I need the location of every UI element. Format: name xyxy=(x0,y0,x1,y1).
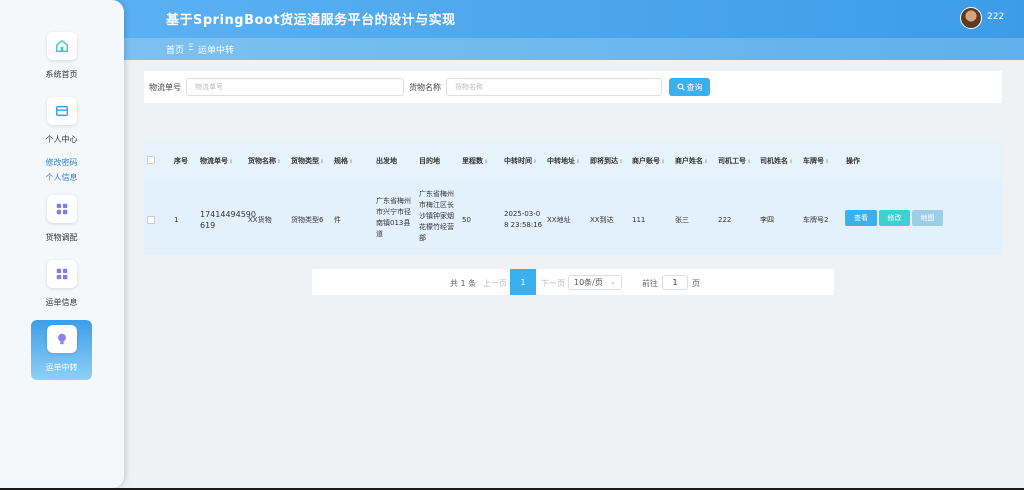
sidebar-item-label: 系统首页 xyxy=(45,70,78,79)
goto-page-input[interactable]: 1 xyxy=(662,275,688,290)
cell-transfer-address: XX地址 xyxy=(547,216,571,224)
search-panel: 物流单号 货物名称 查询 xyxy=(144,71,1002,103)
select-all-checkbox[interactable] xyxy=(147,156,155,164)
cell-transfer-time: 2025-03-0 8 23:58:16 xyxy=(504,210,543,229)
cell-merchant-account: 111 xyxy=(632,216,646,224)
cell-plate-no: 车牌号2 xyxy=(803,216,829,224)
cell-goods-type: 货物类型6 xyxy=(291,216,324,224)
user-avatar[interactable] xyxy=(960,7,982,29)
cell-destination: 广东省梅州 市梅江区长 沙镇钟家烟 花檬竹经营 部 xyxy=(419,190,454,242)
cell-origin: 广东省梅州 市兴宁市径 南镇013县道 xyxy=(376,197,411,238)
col-index: 序号 xyxy=(174,157,188,165)
col-mileage[interactable]: 里程数⇕ xyxy=(462,156,488,166)
col-merchant-account[interactable]: 商户账号⇕ xyxy=(632,156,665,166)
tracking-no-input[interactable] xyxy=(186,78,404,96)
sidebar-item-waybill-transfer-content[interactable]: 运单中转 xyxy=(31,325,92,373)
goto-suffix: 页 xyxy=(692,279,700,288)
page-size-select[interactable]: 10条/页 ⌄ xyxy=(568,275,622,290)
search-icon xyxy=(676,83,685,91)
app-title: 基于SpringBoot货运通服务平台的设计与实现 xyxy=(166,13,456,28)
grid-icon xyxy=(46,195,77,223)
cell-index: 1 xyxy=(174,216,179,224)
col-destination: 目的地 xyxy=(419,157,440,165)
chevron-down-icon: ⌄ xyxy=(610,278,616,286)
goods-name-input[interactable] xyxy=(446,78,662,96)
col-goods-name[interactable]: 货物名称⇕ xyxy=(248,156,281,166)
sidebar-item-goods-dispatch[interactable]: 货物调配 xyxy=(31,195,92,243)
breadcrumb-current: 运单中转 xyxy=(198,46,235,56)
home-icon xyxy=(46,32,77,60)
cell-mileage: 50 xyxy=(462,216,471,224)
query-button[interactable]: 查询 xyxy=(669,78,710,96)
col-spec[interactable]: 规格⇕ xyxy=(334,156,353,166)
col-transfer-time[interactable]: 中转时间⇕ xyxy=(504,156,537,166)
col-actions: 操作 xyxy=(846,157,860,165)
row-checkbox[interactable] xyxy=(147,216,155,224)
breadcrumb: 首页 Ξ 运单中转 xyxy=(124,38,1024,60)
top-header: 基于SpringBoot货运通服务平台的设计与实现 222 xyxy=(0,0,1024,38)
submenu-personal-info[interactable]: 个人信息 xyxy=(31,172,92,183)
prev-page-button[interactable]: 上一页 xyxy=(483,278,507,289)
sidebar-item-waybill-info[interactable]: 运单信息 xyxy=(31,260,92,308)
breadcrumb-separator-icon: Ξ xyxy=(188,43,194,53)
table-row: 1 17414494590 619 XX货物 货物类型6 件 广东省梅州 市兴宁市径… xyxy=(144,179,1002,255)
sidebar: 系统首页 个人中心 修改密码 个人信息 货物调配 运单信息 运单中转 xyxy=(0,0,124,488)
query-button-label: 查询 xyxy=(686,82,703,92)
col-transfer-address[interactable]: 中转地址⇕ xyxy=(547,156,580,166)
cell-arriving: XX到达 xyxy=(590,216,614,224)
sidebar-item-home[interactable]: 系统首页 xyxy=(31,32,92,80)
edit-button[interactable]: 修改 xyxy=(879,210,910,226)
col-driver-id[interactable]: 司机工号⇕ xyxy=(718,156,751,166)
col-merchant-name[interactable]: 商户姓名⇕ xyxy=(675,156,708,166)
tracking-no-label: 物流单号 xyxy=(149,83,181,92)
sidebar-item-label: 运单中转 xyxy=(45,363,78,372)
pagination: 共 1 条 上一页 1 下一页 10条/页 ⌄ 前往 1 页 xyxy=(312,269,834,295)
cell-driver-name: 李四 xyxy=(760,216,774,224)
view-button[interactable]: 查看 xyxy=(845,210,877,226)
sidebar-item-label: 货物调配 xyxy=(45,233,78,242)
col-goods-type[interactable]: 货物类型⇕ xyxy=(291,156,324,166)
cell-merchant-name: 张三 xyxy=(675,216,689,224)
cell-goods-name: XX货物 xyxy=(248,216,272,224)
cell-spec: 件 xyxy=(334,216,341,224)
goto-label: 前往 xyxy=(642,279,658,288)
cell-driver-id: 222 xyxy=(718,216,732,224)
next-page-button[interactable]: 下一页 xyxy=(541,278,565,289)
col-plate-no[interactable]: 车牌号⇕ xyxy=(803,156,829,166)
grid-icon xyxy=(46,260,77,288)
sidebar-item-label: 运单信息 xyxy=(45,298,78,307)
data-table: 序号 物流单号⇕ 货物名称⇕ 货物类型⇕ 规格⇕ 出发地 目的地 里程数⇕ 中转… xyxy=(144,141,1002,255)
col-tracking-no[interactable]: 物流单号⇕ xyxy=(200,156,233,166)
col-origin: 出发地 xyxy=(376,157,397,165)
username[interactable]: 222 xyxy=(987,12,1004,22)
pagination-total: 共 1 条 xyxy=(450,279,477,288)
page-number-current[interactable]: 1 xyxy=(510,269,536,295)
sidebar-item-personal-center[interactable]: 个人中心 修改密码 个人信息 xyxy=(31,97,92,183)
sidebar-item-label: 个人中心 xyxy=(45,135,78,144)
bulb-icon xyxy=(46,325,77,353)
submenu-change-password[interactable]: 修改密码 xyxy=(31,157,92,168)
table-header: 序号 物流单号⇕ 货物名称⇕ 货物类型⇕ 规格⇕ 出发地 目的地 里程数⇕ 中转… xyxy=(144,141,1002,179)
map-button[interactable]: 地图 xyxy=(912,210,943,226)
breadcrumb-home[interactable]: 首页 xyxy=(166,43,184,56)
col-arriving[interactable]: 即将到达⇕ xyxy=(590,156,623,166)
card-icon xyxy=(46,97,77,125)
col-driver-name[interactable]: 司机姓名⇕ xyxy=(760,156,793,166)
goods-name-label: 货物名称 xyxy=(409,83,441,92)
